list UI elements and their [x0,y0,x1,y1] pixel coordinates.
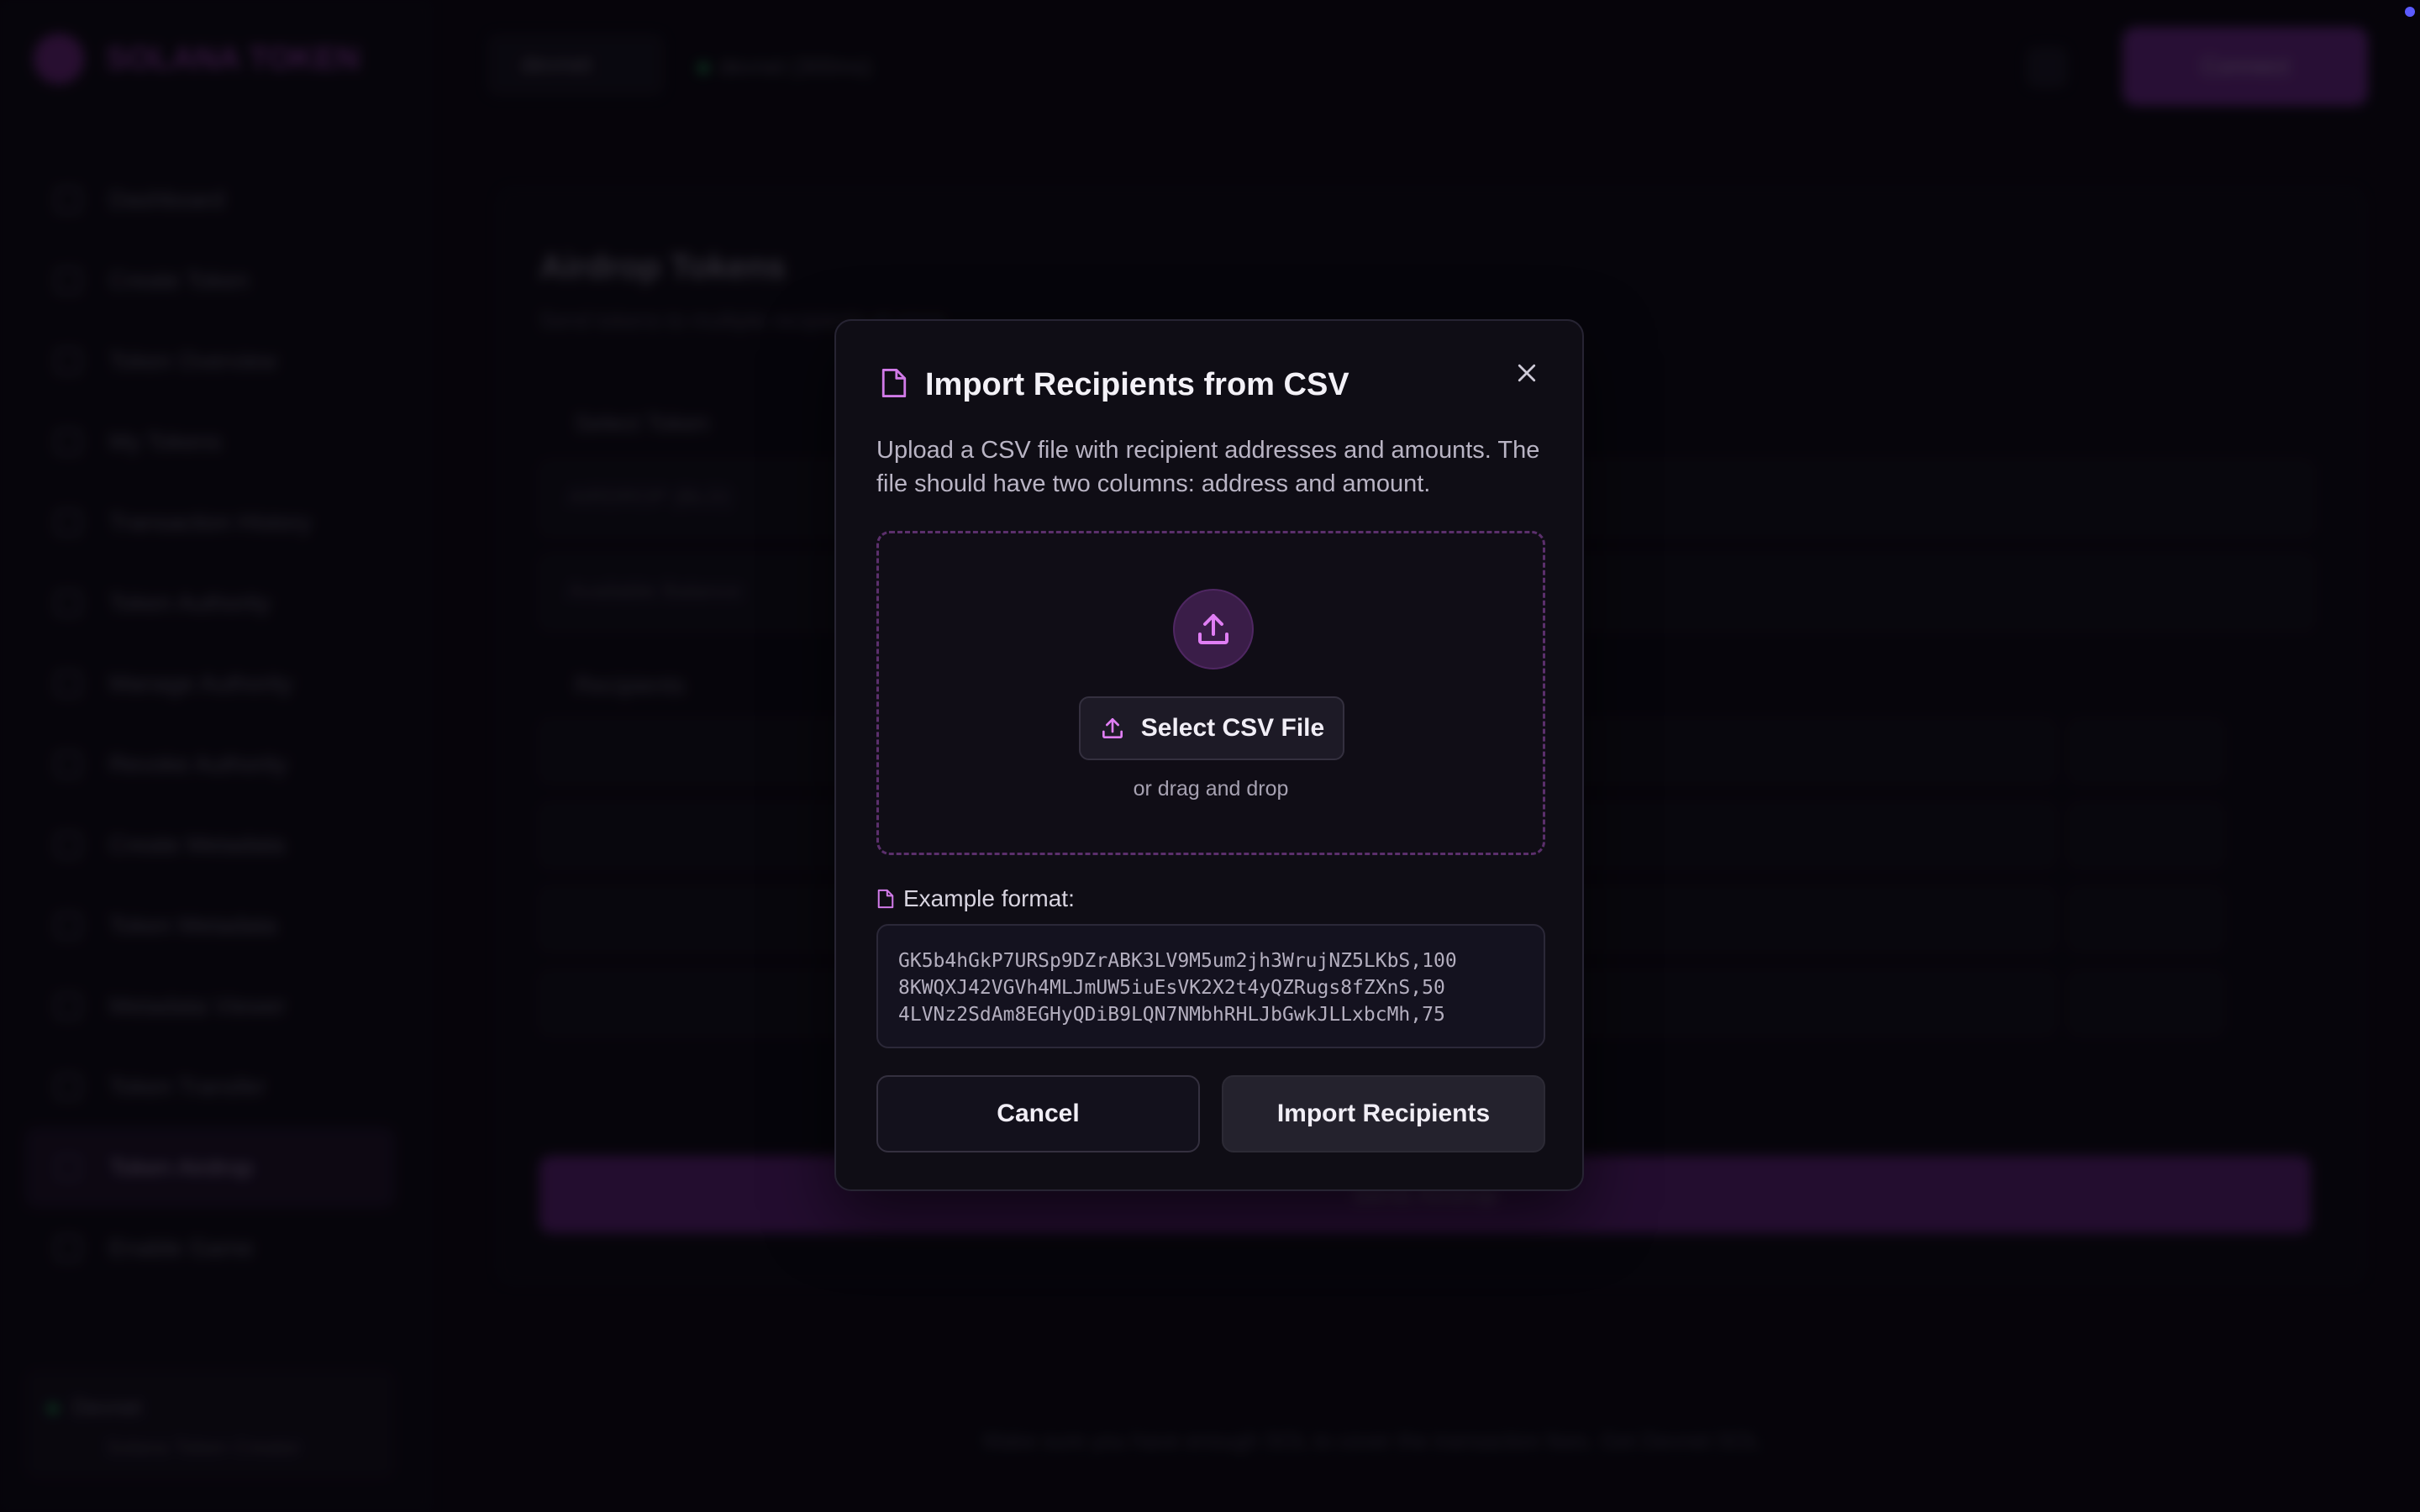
file-icon [877,889,894,909]
drag-drop-hint: or drag and drop [1133,777,1289,801]
dialog-header: Import Recipients from CSV [880,366,1349,404]
close-button[interactable] [1508,354,1545,391]
dialog-description: Upload a CSV file with recipient address… [876,437,1540,497]
corner-indicator-icon [2405,7,2415,17]
csv-dropzone[interactable]: Select CSV File or drag and drop [876,531,1545,855]
cancel-button[interactable]: Cancel [876,1075,1200,1152]
file-icon [880,366,908,404]
dialog-actions: Cancel Import Recipients [876,1075,1545,1152]
select-csv-file-button[interactable]: Select CSV File [1079,696,1344,760]
dialog-title: Import Recipients from CSV [925,367,1349,402]
select-csv-file-label: Select CSV File [1140,714,1325,742]
example-format-label: Example format: [876,885,1075,912]
upload-circle [1173,589,1254,669]
example-format-code: GK5b4hGkP7URSp9DZrABK3LV9M5um2jh3WrujNZ5… [876,924,1545,1048]
upload-icon [1198,614,1228,644]
import-recipients-button[interactable]: Import Recipients [1222,1075,1545,1152]
close-icon [1518,364,1536,382]
upload-icon [1102,718,1123,738]
import-csv-dialog: Import Recipients from CSV Upload a CSV … [834,319,1584,1191]
